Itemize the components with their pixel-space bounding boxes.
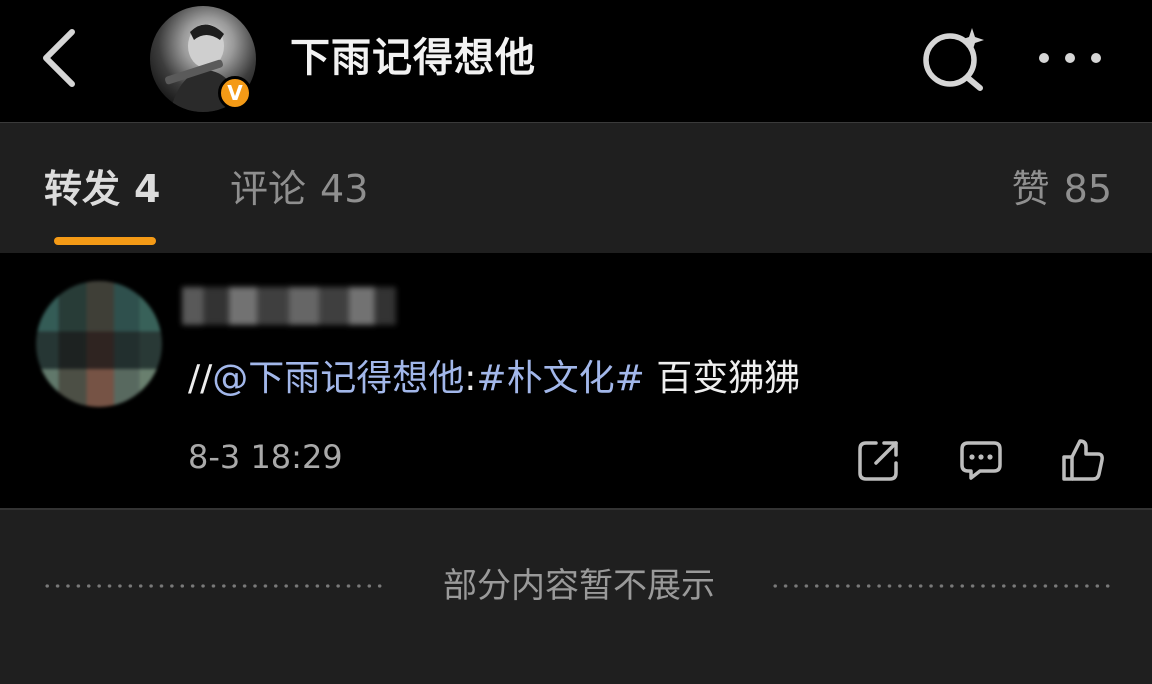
repost-separator: : xyxy=(464,358,477,399)
tab-comment[interactable]: 评论 43 xyxy=(230,163,368,215)
more-dots-icon xyxy=(1039,53,1101,63)
back-button[interactable] xyxy=(36,28,86,88)
user-avatar[interactable]: V xyxy=(150,6,256,112)
repost-prefix: // xyxy=(188,358,213,399)
repost-body: 百变狒狒 xyxy=(644,358,801,399)
share-button[interactable] xyxy=(856,437,902,483)
tab-repost-count: 4 xyxy=(134,167,161,211)
comment-button[interactable] xyxy=(958,437,1004,483)
tab-like-count: 85 xyxy=(1063,167,1112,211)
list-item[interactable]: //@下雨记得想他:#朴文化# 百变狒狒 8-3 18:29 xyxy=(0,253,1152,508)
repost-timestamp: 8-3 18:29 xyxy=(188,438,343,476)
share-icon xyxy=(858,441,898,481)
search-button[interactable] xyxy=(918,24,988,94)
top-bar: V 下雨记得想他 xyxy=(0,0,1152,122)
repost-text: //@下雨记得想他:#朴文化# 百变狒狒 xyxy=(188,351,800,407)
more-button[interactable] xyxy=(1030,40,1110,76)
tab-repost-label: 转发 xyxy=(44,167,121,211)
commenter-avatar[interactable] xyxy=(36,281,162,407)
item-divider xyxy=(0,508,1152,510)
active-tab-indicator xyxy=(54,237,156,245)
verified-badge: V xyxy=(218,76,252,110)
mention-link[interactable]: @下雨记得想他 xyxy=(212,358,464,399)
dotted-divider-right xyxy=(770,584,1116,588)
dotted-divider-left xyxy=(42,584,388,588)
tab-bar: 转发 4 评论 43 赞 85 xyxy=(0,123,1152,253)
search-sparkle-icon xyxy=(923,28,984,91)
back-arrow-icon xyxy=(43,29,75,87)
like-icon xyxy=(1062,439,1104,481)
comment-icon xyxy=(960,441,1002,480)
notice-text: 部分内容暂不展示 xyxy=(443,566,715,606)
commenter-name-blurred[interactable] xyxy=(182,287,396,325)
hashtag-link[interactable]: #朴文化# xyxy=(476,358,644,399)
tab-like[interactable]: 赞 85 xyxy=(1012,163,1112,215)
tab-like-label: 赞 xyxy=(1011,167,1050,211)
page: V 下雨记得想他 转发 4 评论 43 赞 85 //@下雨记得想他:#朴文化#… xyxy=(0,0,1152,684)
tab-comment-count: 43 xyxy=(320,167,369,211)
tab-comment-label: 评论 xyxy=(230,167,307,211)
page-title: 下雨记得想他 xyxy=(290,35,536,81)
like-button[interactable] xyxy=(1060,437,1106,483)
tab-repost[interactable]: 转发 4 xyxy=(44,163,160,215)
hidden-content-notice: 部分内容暂不展示 xyxy=(0,560,1152,612)
